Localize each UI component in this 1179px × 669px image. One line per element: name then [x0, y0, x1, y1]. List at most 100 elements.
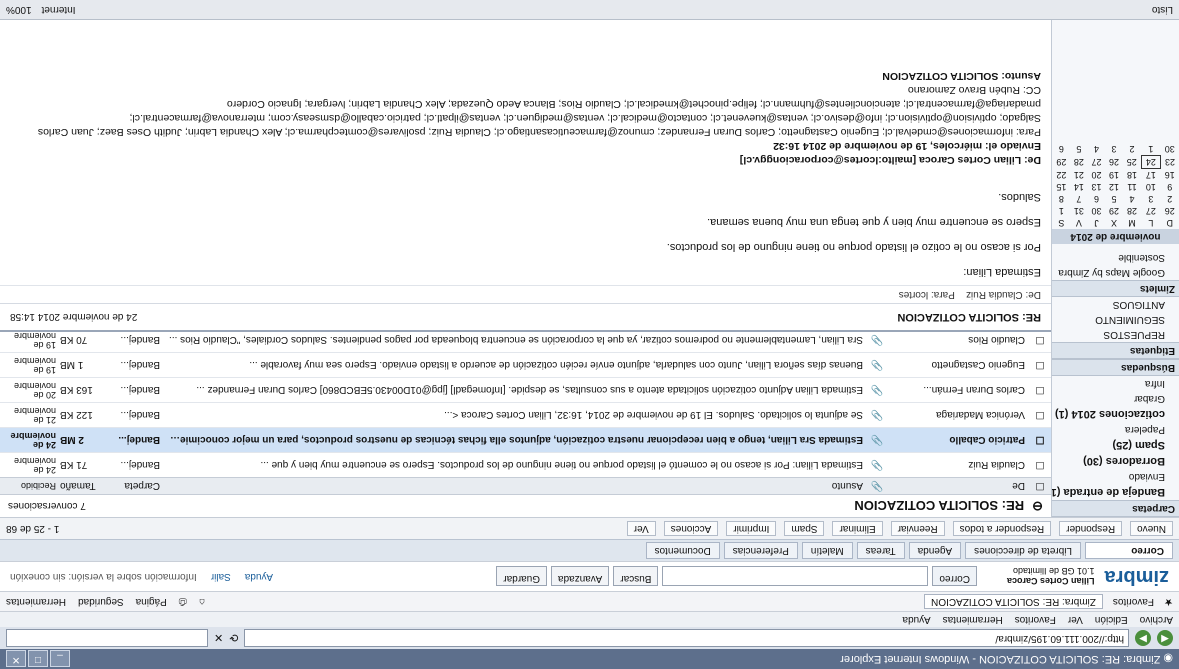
row-checkbox[interactable]: ☐: [1029, 410, 1051, 421]
menu-favorites[interactable]: Favoritos: [1015, 614, 1056, 625]
view-button[interactable]: Ver: [626, 521, 656, 536]
tab-documents[interactable]: Documentos: [645, 542, 720, 559]
folder-infra[interactable]: Infra: [1052, 376, 1179, 391]
calendar-day[interactable]: 26: [1105, 156, 1123, 169]
search-button[interactable]: Buscar: [613, 566, 659, 587]
folders-header[interactable]: Carpetas: [1052, 500, 1179, 517]
menu-edit[interactable]: Edición: [1095, 614, 1128, 625]
close-button[interactable]: ✕: [6, 650, 26, 668]
zoom-level[interactable]: 100%: [6, 4, 32, 15]
row-checkbox[interactable]: ☐: [1029, 385, 1051, 396]
col-from[interactable]: De: [885, 481, 1029, 492]
zimlet-item[interactable]: Google Maps by Zimbra: [1052, 265, 1179, 280]
menu-file[interactable]: Archivo: [1140, 614, 1173, 625]
browser-search-input[interactable]: [6, 629, 208, 647]
tab-mail[interactable]: Correo: [1085, 542, 1173, 559]
advanced-button[interactable]: Avanzada: [551, 566, 610, 587]
calendar-day[interactable]: 17: [1141, 169, 1160, 182]
calendar-day[interactable]: 28: [1070, 156, 1088, 169]
calendar-day[interactable]: 13: [1088, 181, 1106, 193]
search-input[interactable]: [662, 566, 929, 587]
collapse-icon[interactable]: ⊖: [1032, 498, 1043, 514]
reply-all-button[interactable]: Responder a todos: [952, 521, 1052, 536]
col-folder[interactable]: Carpeta: [100, 481, 160, 492]
help-link[interactable]: Ayuda: [245, 571, 273, 582]
row-checkbox[interactable]: ☐: [1029, 360, 1051, 371]
calendar-day[interactable]: 7: [1070, 193, 1088, 205]
forward-button[interactable]: Reenviar: [890, 521, 945, 536]
calendar-day[interactable]: 27: [1088, 156, 1106, 169]
select-all-checkbox[interactable]: ☐: [1029, 481, 1051, 492]
calendar-day[interactable]: 6: [1088, 193, 1106, 205]
col-subject[interactable]: Asunto: [160, 481, 869, 492]
actions-button[interactable]: Acciones: [663, 521, 719, 536]
folder-inbox[interactable]: Bandeja de entrada (1): [1052, 484, 1179, 500]
tag-item[interactable]: ANTIGUOS: [1052, 297, 1179, 312]
calendar-day[interactable]: 29: [1053, 156, 1071, 169]
refresh-icon[interactable]: ⟳: [229, 632, 238, 645]
message-row[interactable]: ☐ Carlos Duran Fernán... 📎 Estimada Lilian …: [0, 377, 1051, 402]
calendar-day[interactable]: 21: [1070, 169, 1088, 182]
calendar-day[interactable]: 1: [1053, 205, 1071, 217]
folder-grabar[interactable]: Grabar: [1052, 391, 1179, 406]
calendar-day[interactable]: 31: [1070, 205, 1088, 217]
calendar-day[interactable]: 1: [1141, 143, 1160, 156]
from-value[interactable]: Claudia Ruiz: [966, 289, 1023, 300]
message-row[interactable]: ☐ Eugenio Castagnetto 📎 Buenas días señora …: [0, 352, 1051, 377]
calendar-day[interactable]: 12: [1105, 181, 1123, 193]
calendar-month[interactable]: noviembre de 2014: [1052, 229, 1179, 244]
calendar-day[interactable]: 11: [1123, 181, 1141, 193]
folder-sent[interactable]: Enviado: [1052, 469, 1179, 484]
spam-button[interactable]: Spam: [784, 521, 825, 536]
favorites-label[interactable]: Favoritos: [1113, 596, 1154, 607]
tab-tasks[interactable]: Tareas: [856, 542, 905, 559]
browser-tab[interactable]: Zimbra: RE: SOLICITA COTIZACION: [924, 594, 1103, 609]
calendar-day[interactable]: 2: [1161, 193, 1179, 205]
calendar-day[interactable]: 16: [1161, 169, 1179, 182]
page-menu[interactable]: Página: [136, 596, 167, 607]
to-value[interactable]: lcortes: [899, 289, 928, 300]
tab-briefcase[interactable]: Maletín: [801, 542, 853, 559]
calendar-day[interactable]: 5: [1070, 143, 1088, 156]
new-button[interactable]: Nuevo: [1130, 521, 1173, 536]
row-checkbox[interactable]: ☐: [1029, 435, 1051, 446]
search-type-select[interactable]: Correo: [932, 566, 977, 587]
save-search-button[interactable]: Guardar: [496, 566, 547, 587]
row-checkbox[interactable]: ☐: [1029, 335, 1051, 346]
tab-preferences[interactable]: Preferencias: [723, 542, 798, 559]
back-icon[interactable]: ◀: [1157, 630, 1173, 646]
calendar-day[interactable]: 3: [1141, 193, 1160, 205]
menu-help[interactable]: Ayuda: [902, 614, 930, 625]
tag-item[interactable]: SEGUIMIENTO: [1052, 312, 1179, 327]
calendar-day[interactable]: 28: [1123, 205, 1141, 217]
stop-icon[interactable]: ✕: [214, 632, 223, 645]
folder-drafts[interactable]: Borradores (30): [1052, 453, 1179, 469]
maximize-button[interactable]: □: [28, 650, 48, 668]
menu-view[interactable]: Ver: [1068, 614, 1083, 625]
print-icon[interactable]: ⎙: [179, 596, 187, 607]
folder-trash[interactable]: Papelera: [1052, 422, 1179, 437]
message-row[interactable]: ☐ Claudio Rios 📎 Sra Lilian, Lamentablement…: [0, 327, 1051, 352]
row-checkbox[interactable]: ☐: [1029, 460, 1051, 471]
calendar-day[interactable]: 10: [1141, 181, 1160, 193]
calendar-day[interactable]: 20: [1088, 169, 1106, 182]
forward-icon[interactable]: ▶: [1135, 630, 1151, 646]
calendar-day[interactable]: 27: [1141, 205, 1160, 217]
calendar-day[interactable]: 9: [1161, 181, 1179, 193]
security-menu[interactable]: Seguridad: [78, 596, 124, 607]
calendar-day[interactable]: 15: [1053, 181, 1071, 193]
folder-quotes[interactable]: cotizaciones 2014 (1): [1052, 406, 1179, 422]
tab-calendar[interactable]: Agenda: [908, 542, 962, 559]
calendar-day[interactable]: 19: [1105, 169, 1123, 182]
home-icon[interactable]: ⌂: [199, 596, 205, 607]
searches-header[interactable]: Búsquedas: [1052, 359, 1179, 376]
calendar-day[interactable]: 24: [1141, 155, 1161, 169]
star-icon[interactable]: ★: [1164, 596, 1173, 607]
zimlet-item[interactable]: Sostenible: [1052, 250, 1179, 265]
col-date[interactable]: Recibido: [0, 482, 56, 492]
calendar-day[interactable]: 2: [1123, 143, 1141, 156]
print-button[interactable]: Imprimir: [726, 521, 777, 536]
col-size[interactable]: Tamaño: [56, 481, 100, 492]
calendar-day[interactable]: 18: [1123, 169, 1141, 182]
calendar-day[interactable]: 29: [1105, 205, 1123, 217]
